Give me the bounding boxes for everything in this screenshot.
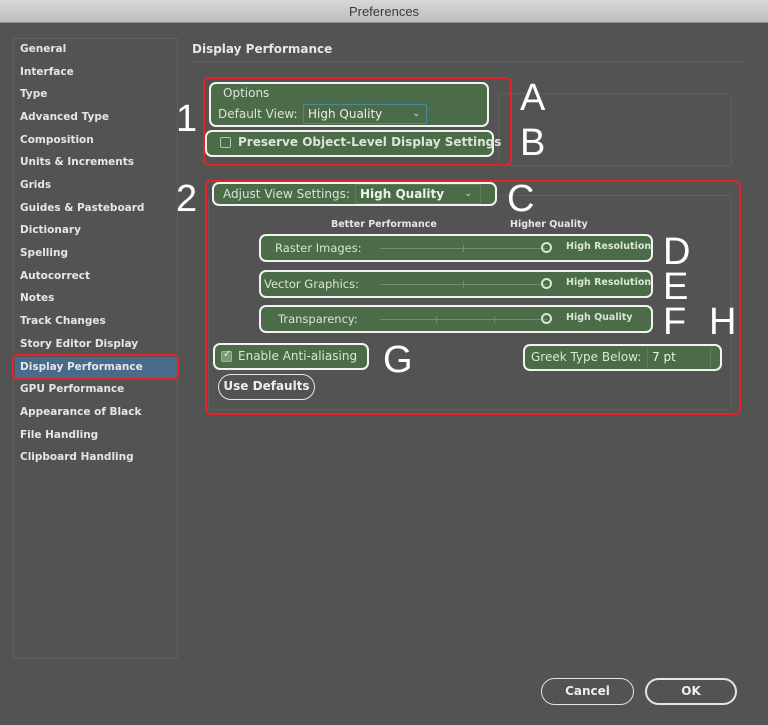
raster-slider-tick [463,245,464,252]
sidebar-item-autocorrect[interactable]: Autocorrect [15,266,178,287]
transparency-value-label: High Quality [566,312,633,323]
anti-aliasing-highlight: Enable Anti-aliasing [213,343,369,370]
title-divider [190,61,748,62]
default-view-select[interactable]: High Quality ⌄ [303,104,427,124]
vector-slider-thumb[interactable] [541,278,552,289]
adjust-view-label: Adjust View Settings: [223,187,350,201]
sidebar-item-type[interactable]: Type [15,84,178,105]
sidebar-item-units-increments[interactable]: Units & Increments [15,152,178,173]
callout-c: C [507,178,535,220]
preserve-checkbox[interactable] [220,137,231,148]
preserve-label[interactable]: Preserve Object-Level Display Settings [238,135,501,149]
sidebar-item-interface[interactable]: Interface [15,62,178,83]
default-view-label: Default View: [218,107,298,121]
adjust-view-select[interactable]: High Quality ⌄ [355,184,481,204]
callout-a: A [520,77,546,119]
anti-aliasing-label[interactable]: Enable Anti-aliasing [238,349,357,363]
panel-title: Display Performance [192,42,333,56]
sidebar-item-guides-pasteboard[interactable]: Guides & Pasteboard [15,198,178,219]
sidebar-item-story-editor-display[interactable]: Story Editor Display [15,334,178,355]
vector-value-label: High Resolution [566,277,652,288]
window-titlebar: Preferences [0,0,768,23]
transparency-highlight: Transparency: High Quality [259,305,653,333]
greek-type-highlight: Greek Type Below: 7 pt [523,344,722,371]
anti-aliasing-checkbox[interactable] [221,349,232,362]
sidebar-item-spelling[interactable]: Spelling [15,243,178,264]
transparency-slider-tick [494,316,495,323]
options-highlight: Options Default View: High Quality ⌄ [209,82,489,127]
sidebar-item-display-performance[interactable]: Display Performance [15,357,178,378]
cancel-button[interactable]: Cancel [541,678,634,705]
greek-type-label: Greek Type Below: [531,350,642,364]
better-performance-label: Better Performance [331,219,437,230]
sidebar-item-gpu-performance[interactable]: GPU Performance [15,379,178,400]
transparency-label: Transparency: [278,312,358,326]
preferences-sidebar: General Interface Type Advanced Type Com… [13,38,178,659]
callout-g: G [383,339,413,381]
preserve-highlight: Preserve Object-Level Display Settings [205,130,501,157]
greek-type-input[interactable]: 7 pt [647,347,711,368]
window-title: Preferences [348,4,420,19]
raster-images-label: Raster Images: [275,241,362,255]
higher-quality-label: Higher Quality [510,219,588,230]
raster-value-label: High Resolution [566,241,652,252]
sidebar-item-file-handling[interactable]: File Handling [15,425,178,446]
transparency-slider-tick [436,316,437,323]
sidebar-item-track-changes[interactable]: Track Changes [15,311,178,332]
callout-f: F [663,301,687,343]
ok-button[interactable]: OK [645,678,737,705]
transparency-slider-thumb[interactable] [541,313,552,324]
vector-slider-tick [463,281,464,288]
sidebar-item-appearance-of-black[interactable]: Appearance of Black [15,402,178,423]
greek-type-value: 7 pt [652,350,676,364]
chevron-down-icon: ⌄ [412,109,420,119]
callout-1: 1 [176,98,198,140]
sidebar-item-composition[interactable]: Composition [15,130,178,151]
callout-h: H [709,301,737,343]
chevron-down-icon: ⌄ [464,189,472,199]
callout-2: 2 [176,178,198,220]
vector-graphics-label: Vector Graphics: [264,277,359,291]
adjust-view-value: High Quality [360,187,445,201]
sidebar-item-notes[interactable]: Notes [15,288,178,309]
sidebar-item-grids[interactable]: Grids [15,175,178,196]
callout-b: B [520,122,546,164]
raster-images-highlight: Raster Images: High Resolution [259,234,653,262]
sidebar-item-dictionary[interactable]: Dictionary [15,220,178,241]
adjust-view-highlight: Adjust View Settings: High Quality ⌄ [212,182,497,206]
raster-slider-thumb[interactable] [541,242,552,253]
transparency-slider-track[interactable] [380,319,547,320]
sidebar-item-general[interactable]: General [15,39,178,60]
default-view-value: High Quality [308,107,383,121]
use-defaults-button[interactable]: Use Defaults [218,374,315,400]
sidebar-item-clipboard-handling[interactable]: Clipboard Handling [15,447,178,468]
sidebar-item-advanced-type[interactable]: Advanced Type [15,107,178,128]
options-heading: Options [223,86,270,100]
vector-graphics-highlight: Vector Graphics: High Resolution [259,270,653,298]
